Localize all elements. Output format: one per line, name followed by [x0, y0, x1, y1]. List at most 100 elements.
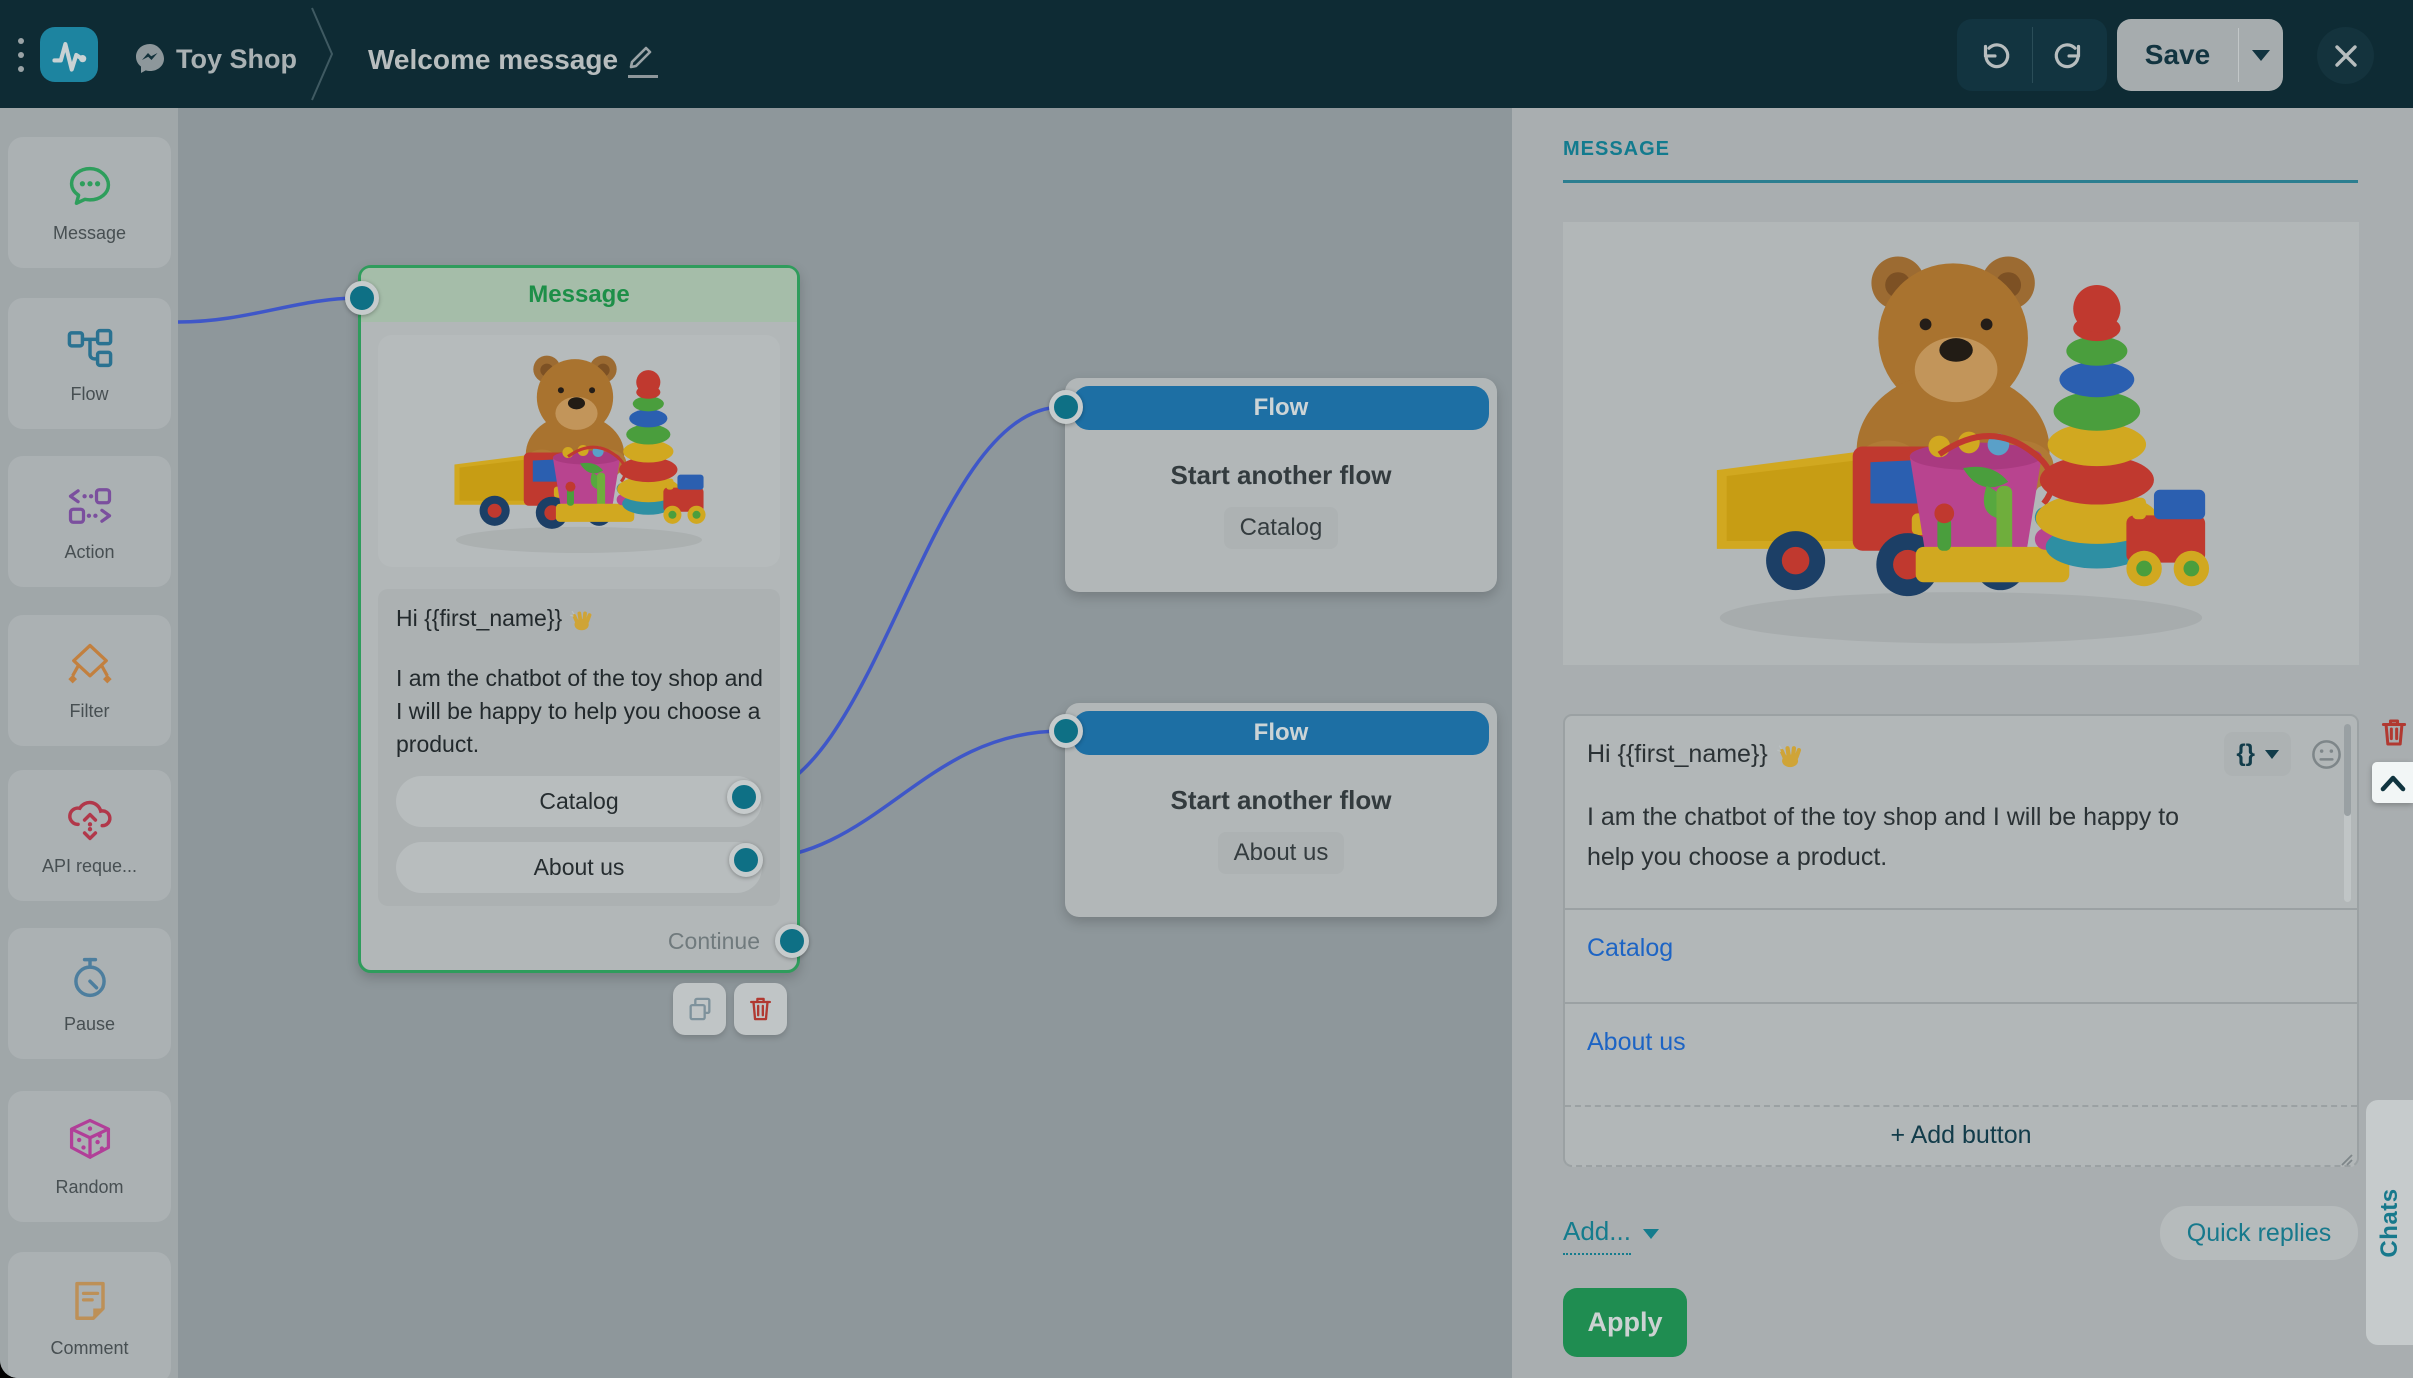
palette-item-message[interactable]: Message — [8, 137, 171, 268]
message-node-image — [378, 335, 780, 567]
scrollbar-thumb[interactable] — [2344, 724, 2351, 816]
close-button[interactable] — [2317, 27, 2374, 84]
message-node-header: Message — [361, 268, 797, 322]
trash-icon — [2379, 716, 2409, 749]
message-node-input-port[interactable] — [345, 281, 379, 315]
flow-node-target: Catalog — [1224, 507, 1339, 549]
apply-button[interactable]: Apply — [1563, 1288, 1687, 1357]
chats-tab[interactable]: Chats — [2366, 1100, 2413, 1345]
pause-timer-icon — [64, 952, 116, 1004]
catalog-output-port[interactable] — [727, 780, 761, 814]
waving-hand-emoji — [1777, 741, 1804, 768]
history-buttons — [1957, 19, 2107, 91]
undo-arrow-icon — [1977, 38, 2011, 72]
save-button-group: Save — [2117, 19, 2283, 91]
edit-title-button[interactable] — [626, 40, 662, 80]
flow-node-header: Flow — [1073, 386, 1489, 430]
flow-node-about-us[interactable]: Flow Start another flow About us — [1065, 703, 1497, 917]
palette-item-label: Flow — [70, 384, 108, 405]
breadcrumb-chevron — [308, 0, 338, 108]
palette-item-flow[interactable]: Flow — [8, 298, 171, 429]
filter-diamond-icon — [64, 639, 116, 691]
panel-section-title: MESSAGE — [1563, 138, 1670, 161]
button-row-about-us: About us — [1565, 1002, 2357, 1105]
flow-branch-icon — [64, 322, 116, 374]
undo-button[interactable] — [1957, 19, 2032, 91]
panel-divider — [1563, 180, 2358, 183]
flow-title: Welcome message — [368, 44, 618, 76]
add-element-dropdown[interactable]: Add... — [1563, 1216, 1659, 1255]
random-dice-icon — [64, 1115, 116, 1167]
greeting-text: Hi {{first_name}} — [1587, 740, 2297, 769]
channel-name: Toy Shop — [176, 44, 297, 75]
resize-grip[interactable] — [2339, 1152, 2353, 1166]
pencil-icon — [626, 40, 658, 72]
api-cloud-icon — [64, 794, 116, 846]
flow-canvas[interactable]: Message Hi {{first_name}} I am the chatb… — [178, 108, 1512, 1378]
palette-item-label: Random — [55, 1177, 123, 1198]
action-io-icon — [64, 480, 116, 532]
chevron-down-icon — [2252, 50, 2270, 61]
collapse-editor-button[interactable] — [2372, 762, 2413, 803]
body-text: I am the chatbot of the toy shop and I w… — [1587, 797, 2227, 877]
palette-item-label: Filter — [70, 701, 110, 722]
flow-catalog-input-port[interactable] — [1049, 390, 1083, 424]
message-editor: Hi {{first_name}} I am the chatbot of th… — [1563, 714, 2359, 1167]
continue-output-port[interactable] — [775, 924, 809, 958]
element-palette: Message Flow — [0, 108, 178, 1378]
button-row-catalog: Catalog — [1565, 908, 2357, 1002]
chats-tab-label: Chats — [2376, 1188, 2404, 1257]
delete-message-button[interactable] — [2379, 716, 2409, 749]
palette-item-pause[interactable]: Pause — [8, 928, 171, 1059]
topbar: Toy Shop Welcome message — [0, 0, 2413, 108]
palette-item-comment[interactable]: Comment — [8, 1252, 171, 1378]
about-us-output-port[interactable] — [729, 843, 763, 877]
smiley-icon — [2310, 738, 2343, 771]
palette-item-label: Message — [53, 223, 126, 244]
node-button-about-us[interactable]: About us — [396, 842, 762, 893]
toys-photo — [1705, 222, 2217, 665]
duplicate-node-button[interactable] — [673, 983, 726, 1035]
flow-node-catalog[interactable]: Flow Start another flow Catalog — [1065, 378, 1497, 592]
flow-node-title: Start another flow — [1065, 785, 1497, 816]
delete-node-button[interactable] — [734, 983, 787, 1035]
redo-arrow-icon — [2053, 38, 2087, 72]
node-actions — [673, 983, 787, 1035]
toys-photo — [399, 338, 759, 564]
palette-item-random[interactable]: Random — [8, 1091, 171, 1222]
save-button[interactable]: Save — [2117, 39, 2238, 71]
message-textarea[interactable]: Hi {{first_name}} I am the chatbot of th… — [1565, 716, 2357, 908]
flow-about-us-input-port[interactable] — [1049, 714, 1083, 748]
copy-icon — [686, 995, 714, 1023]
node-button-catalog[interactable]: Catalog — [396, 776, 762, 827]
palette-item-label: Comment — [50, 1338, 128, 1359]
body-text: I am the chatbot of the toy shop and I w… — [396, 662, 764, 761]
greeting-text: Hi {{first_name}} — [396, 605, 762, 632]
redo-button[interactable] — [2033, 19, 2108, 91]
palette-item-label: Pause — [64, 1014, 115, 1035]
pulse-logo[interactable] — [40, 27, 98, 82]
palette-item-api-request[interactable]: API reque... — [8, 770, 171, 901]
pulse-icon — [47, 35, 91, 75]
palette-item-filter[interactable]: Filter — [8, 615, 171, 746]
close-icon — [2333, 43, 2359, 69]
flow-node-header: Flow — [1073, 711, 1489, 755]
messenger-icon — [134, 42, 166, 74]
save-options-button[interactable] — [2239, 50, 2283, 61]
chevron-down-icon — [2265, 750, 2279, 759]
message-bubble: Hi {{first_name}} I am the chatbot of th… — [378, 589, 780, 906]
waving-hand-emoji — [570, 607, 594, 631]
kebab-menu-icon[interactable] — [14, 38, 28, 72]
emoji-picker-button[interactable] — [2310, 738, 2343, 771]
quick-replies-button[interactable]: Quick replies — [2160, 1206, 2358, 1260]
about-us-button-link[interactable]: About us — [1587, 1028, 1686, 1056]
catalog-button-link[interactable]: Catalog — [1587, 934, 1673, 962]
palette-item-action[interactable]: Action — [8, 456, 171, 587]
chevron-up-icon — [2379, 773, 2407, 793]
flow-node-target: About us — [1218, 832, 1345, 874]
panel-image-preview[interactable] — [1563, 222, 2359, 665]
insert-variable-button[interactable]: {} — [2224, 732, 2291, 776]
add-button-row[interactable]: + Add button — [1565, 1105, 2357, 1165]
flow-node-title: Start another flow — [1065, 460, 1497, 491]
variable-braces-icon: {} — [2236, 740, 2255, 768]
